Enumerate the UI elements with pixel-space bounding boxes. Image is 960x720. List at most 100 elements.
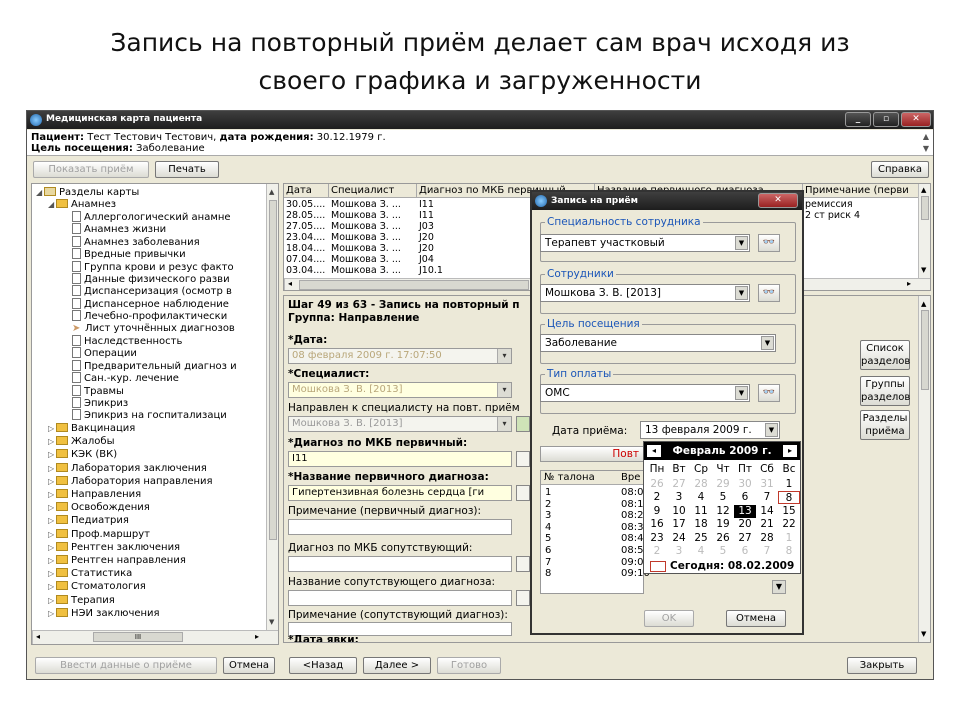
expand-icon[interactable]: ▷ bbox=[48, 595, 56, 607]
scroll-down-icon[interactable]: ▼ bbox=[923, 143, 929, 154]
grid-cell-spec[interactable]: Мошкова З. ... bbox=[329, 199, 417, 210]
calendar-day[interactable]: 24 bbox=[668, 532, 690, 545]
grid-cell-note[interactable] bbox=[803, 221, 919, 232]
calendar-day[interactable]: 7 bbox=[756, 491, 778, 504]
tree-item[interactable]: Анамнез заболевания bbox=[72, 235, 200, 248]
next-button[interactable]: Далее > bbox=[363, 657, 431, 674]
ticket-row[interactable]: 7 09:0 bbox=[541, 557, 643, 568]
tree-item[interactable]: Операции bbox=[72, 347, 137, 359]
grid-cell-note[interactable] bbox=[803, 232, 919, 243]
calendar-day[interactable]: 9 bbox=[646, 505, 668, 518]
appointment-date-select[interactable]: 13 февраля 2009 г. ▼ bbox=[640, 421, 780, 439]
calendar-day[interactable]: 8 bbox=[778, 545, 800, 558]
ok-button[interactable]: OK bbox=[644, 610, 694, 627]
calendar-day[interactable]: 20 bbox=[734, 518, 756, 531]
tree-item[interactable]: ➤ Лист уточнённых диагнозов bbox=[72, 323, 235, 335]
calendar-day[interactable]: 4 bbox=[690, 545, 712, 558]
calendar-day[interactable]: 7 bbox=[756, 545, 778, 558]
calendar-day[interactable]: 27 bbox=[734, 532, 756, 545]
expand-icon[interactable]: ▷ bbox=[48, 555, 56, 567]
note-primary-input[interactable] bbox=[288, 519, 512, 535]
expand-icon[interactable]: ▷ bbox=[48, 476, 56, 488]
expand-icon[interactable]: ▷ bbox=[48, 515, 56, 527]
tree-folder[interactable]: ▷ Вакцинация bbox=[48, 423, 135, 435]
tree-item[interactable]: Эпикриз на госпитализаци bbox=[72, 409, 227, 421]
dropdown-arrow-icon[interactable]: ▾ bbox=[497, 349, 511, 363]
form-scroll-thumb[interactable] bbox=[921, 310, 929, 390]
grid-cell-spec[interactable]: Мошкова З. ... bbox=[329, 221, 417, 232]
grid-cell-spec[interactable]: Мошкова З. ... bbox=[329, 265, 417, 276]
grid-cell-note[interactable]: ремиссия bbox=[803, 199, 919, 210]
tree-folder[interactable]: ▷ Рентген направления bbox=[48, 555, 186, 567]
enter-visit-data-button[interactable]: Ввести данные о приёме bbox=[35, 657, 217, 674]
calendar-day[interactable]: 2 bbox=[646, 491, 668, 504]
tree-folder[interactable]: ▷ Рентген заключения bbox=[48, 541, 180, 554]
scroll-right-icon[interactable]: ▸ bbox=[907, 279, 911, 288]
calendar-day[interactable]: 19 bbox=[712, 518, 734, 531]
scroll-left-icon[interactable]: ◂ bbox=[36, 632, 40, 641]
calendar-day[interactable]: 29 bbox=[712, 478, 734, 491]
calendar-day[interactable]: 11 bbox=[690, 505, 712, 518]
grid-cell-date[interactable]: 30.05.... bbox=[284, 199, 329, 210]
scroll-down-icon[interactable]: ▼ bbox=[921, 630, 926, 638]
diag2-lookup-button[interactable] bbox=[516, 590, 530, 606]
expand-icon[interactable]: ▷ bbox=[48, 463, 56, 475]
expand-icon[interactable]: ▷ bbox=[48, 423, 56, 435]
tree-folder[interactable]: ▷ Статистика bbox=[48, 568, 132, 580]
scroll-up-icon[interactable]: ▲ bbox=[269, 188, 274, 196]
tree-hscroll-thumb[interactable]: III bbox=[93, 632, 183, 642]
purpose-select[interactable]: Заболевание ▼ bbox=[540, 334, 776, 352]
search-staff-binoculars-icon[interactable]: 👓 bbox=[758, 284, 780, 302]
calendar-day[interactable]: 6 bbox=[734, 545, 756, 558]
grid-cell-date[interactable]: 07.04.... bbox=[284, 254, 329, 265]
calendar-day[interactable]: 2 bbox=[646, 545, 668, 558]
print-button[interactable]: Печать bbox=[155, 161, 219, 178]
calendar-day[interactable]: 4 bbox=[690, 491, 712, 504]
tree-item[interactable]: Аллергологический анамне bbox=[72, 211, 231, 223]
calendar-day[interactable]: 8 bbox=[778, 491, 800, 505]
prev-month-icon[interactable]: ◂ bbox=[647, 445, 661, 457]
dialog-cancel-button[interactable]: Отмена bbox=[726, 610, 786, 627]
tree-root[interactable]: ◢ Разделы карты bbox=[36, 187, 139, 199]
calendar-day[interactable]: 27 bbox=[668, 478, 690, 491]
tree-item[interactable]: Анамнез жизни bbox=[72, 223, 166, 235]
dropdown-arrow-icon[interactable]: ▼ bbox=[735, 386, 748, 400]
grid-header-specialist[interactable]: Специалист bbox=[329, 184, 417, 198]
form-vertical-scrollbar[interactable]: ▲ ▼ bbox=[918, 296, 930, 642]
scroll-up-icon[interactable]: ▲ bbox=[923, 131, 929, 142]
mkb-primary-input[interactable]: I11 bbox=[288, 451, 512, 467]
diag-primary-input[interactable]: Гипертензивная болезнь сердца [ги bbox=[288, 485, 512, 501]
grid-cell-spec[interactable]: Мошкова З. ... bbox=[329, 254, 417, 265]
minimize-button[interactable]: _ bbox=[845, 112, 871, 127]
tree-item[interactable]: Эпикриз bbox=[72, 397, 128, 409]
time-col-header[interactable]: Вре bbox=[621, 472, 640, 483]
tree-folder[interactable]: ▷ Проф.маршрут bbox=[48, 528, 150, 541]
tree-item[interactable]: Диспансерное наблюдение bbox=[72, 297, 229, 310]
grid-hscroll-thumb[interactable] bbox=[299, 280, 529, 290]
visit-sections-button[interactable]: Разделы приёма bbox=[860, 410, 910, 440]
expand-icon[interactable]: ▷ bbox=[48, 489, 56, 501]
scroll-down-icon[interactable]: ▼ bbox=[921, 266, 926, 274]
calendar-day[interactable]: 26 bbox=[712, 532, 734, 545]
tree-item[interactable]: Данные физического разви bbox=[72, 273, 230, 285]
mkb2-lookup-button[interactable] bbox=[516, 556, 530, 572]
tree-horizontal-scrollbar[interactable]: ◂ III ▸ bbox=[32, 630, 278, 644]
calendar-today[interactable]: Сегодня: 08.02.2009 bbox=[644, 559, 800, 573]
directed-select[interactable]: Мошкова З. В. [2013] ▾ bbox=[288, 416, 512, 432]
tree-item[interactable]: Травмы bbox=[72, 384, 124, 397]
search-payment-binoculars-icon[interactable]: 👓 bbox=[758, 384, 780, 402]
cancel-button[interactable]: Отмена bbox=[223, 657, 275, 674]
dropdown-arrow-icon[interactable]: ▾ bbox=[497, 383, 511, 397]
calendar-day[interactable]: 15 bbox=[778, 505, 800, 518]
scroll-up-icon[interactable]: ▲ bbox=[921, 300, 926, 308]
tree-folder[interactable]: ▷ Освобождения bbox=[48, 502, 150, 514]
tree-folder[interactable]: ▷ Терапия bbox=[48, 594, 115, 607]
diag-secondary-input[interactable] bbox=[288, 590, 512, 606]
mkb-secondary-input[interactable] bbox=[288, 556, 512, 572]
tree-vertical-scrollbar[interactable]: ▲ ▼ bbox=[266, 184, 278, 630]
ticket-row[interactable]: 1 08:0 bbox=[541, 487, 643, 498]
specialty-select[interactable]: Терапевт участковый ▼ bbox=[540, 234, 750, 252]
tree-folder[interactable]: ▷ КЭК (ВК) bbox=[48, 449, 117, 461]
tree-folder[interactable]: ▷ Стоматология bbox=[48, 581, 146, 593]
calendar-day[interactable]: 22 bbox=[778, 518, 800, 531]
